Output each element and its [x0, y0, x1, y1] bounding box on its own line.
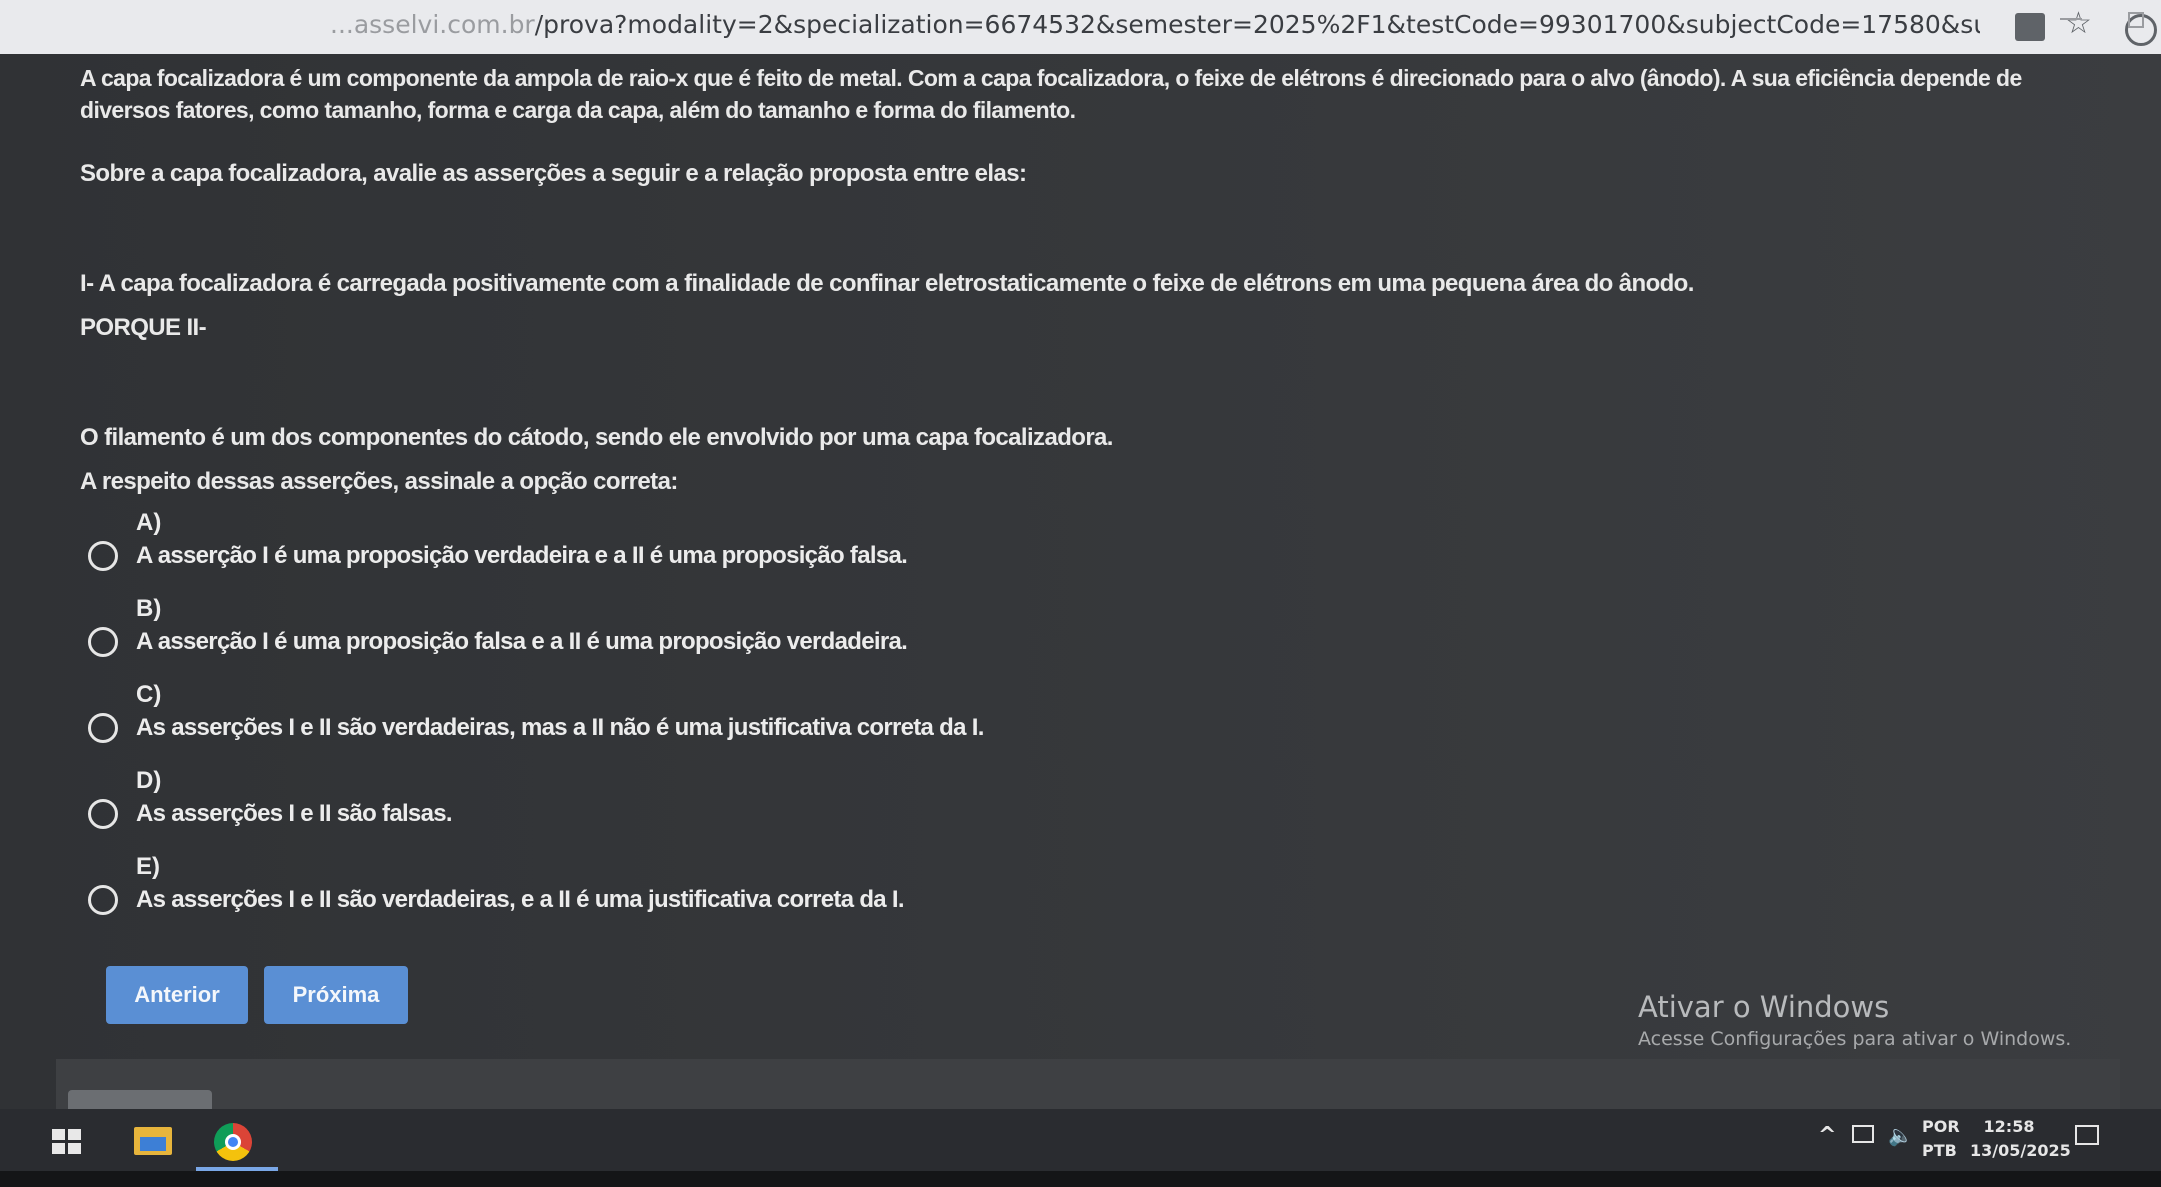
url-host: ...asselvi.com.br — [330, 10, 535, 39]
minimize-icon[interactable] — [2060, 18, 2082, 20]
clock-date: 13/05/2025 — [1970, 1141, 2071, 1160]
notification-icon[interactable]: M — [2075, 1125, 2099, 1145]
restore-icon[interactable] — [2128, 12, 2144, 28]
option-text: A asserção I é uma proposição verdadeira… — [136, 542, 908, 569]
windows-start-icon[interactable] — [52, 1129, 82, 1155]
exam-page: A capa focalizadora é um componente da a… — [0, 54, 2161, 1110]
bottom-strip — [56, 1059, 2120, 1109]
chrome-icon[interactable] — [214, 1123, 252, 1161]
network-icon[interactable]: N — [1852, 1125, 1874, 1143]
option-letter: C) — [136, 681, 162, 708]
option-letter: A) — [136, 509, 162, 536]
file-explorer-icon[interactable] — [134, 1127, 172, 1155]
option-letter: E) — [136, 853, 160, 880]
volume-icon[interactable]: 🔈 — [1888, 1123, 1913, 1147]
option-text: As asserções I e II são falsas. — [136, 800, 453, 827]
question-panel: A capa focalizadora é um componente da a… — [0, 54, 2120, 1059]
option-e[interactable]: E) As asserções I e II são verdadeiras, … — [88, 853, 1288, 929]
option-letter: D) — [136, 767, 162, 794]
option-text: A asserção I é uma proposição falsa e a … — [136, 628, 908, 655]
option-letter: B) — [136, 595, 162, 622]
language-code: POR — [1922, 1117, 1960, 1136]
question-intro: A capa focalizadora é um componente da a… — [80, 65, 2022, 123]
radio-b[interactable] — [88, 627, 118, 657]
radio-c[interactable] — [88, 713, 118, 743]
next-button[interactable]: Próxima — [264, 966, 408, 1024]
activate-windows-subtitle: Acesse Configurações para ativar o Windo… — [1638, 1028, 2072, 1050]
browser-address-bar: ...asselvi.com.br/prova?modality=2&speci… — [0, 0, 2161, 55]
radio-d[interactable] — [88, 799, 118, 829]
assertion-two: O filamento é um dos componentes do cáto… — [80, 424, 1113, 451]
option-b[interactable]: B) A asserção I é uma proposição falsa e… — [88, 595, 1288, 671]
question-instruction: Sobre a capa focalizadora, avalie as ass… — [80, 160, 1027, 187]
clock-time: 12:58 — [1983, 1117, 2035, 1136]
translate-icon[interactable]: A — [2015, 13, 2045, 41]
option-text: As asserções I e II são verdadeiras, mas… — [136, 714, 984, 741]
url-field[interactable]: ...asselvi.com.br/prova?modality=2&speci… — [330, 10, 1980, 39]
assertion-one: I- A capa focalizadora é carregada posit… — [80, 270, 1694, 297]
chevron-up-icon[interactable]: ^ — [1818, 1123, 1836, 1148]
bookmark-star-icon[interactable]: ☆ — [2065, 6, 2092, 41]
finish-button-partial[interactable] — [68, 1090, 212, 1110]
keyboard-layout: PTB — [1922, 1141, 1957, 1160]
language-indicator[interactable]: POR PTB — [1922, 1115, 1960, 1163]
porque-label: PORQUE II- — [80, 314, 207, 341]
activate-windows-title: Ativar o Windows — [1638, 990, 1890, 1024]
option-d[interactable]: D) As asserções I e II são falsas. — [88, 767, 1288, 843]
monitor-bezel — [0, 1171, 2161, 1187]
radio-a[interactable] — [88, 541, 118, 571]
clock[interactable]: 12:58 13/05/2025 — [1970, 1115, 2071, 1163]
windows-taskbar: ^ N 🔈 POR PTB 12:58 13/05/2025 M — [0, 1109, 2161, 1171]
option-a[interactable]: A) A asserção I é uma proposição verdade… — [88, 509, 1288, 585]
option-c[interactable]: C) As asserções I e II são verdadeiras, … — [88, 681, 1288, 757]
question-prompt: A respeito dessas asserções, assinale a … — [80, 468, 678, 495]
option-text: As asserções I e II são verdadeiras, e a… — [136, 886, 905, 913]
previous-button[interactable]: Anterior — [106, 966, 248, 1024]
url-path: /prova?modality=2&specialization=6674532… — [534, 10, 1980, 39]
radio-e[interactable] — [88, 885, 118, 915]
